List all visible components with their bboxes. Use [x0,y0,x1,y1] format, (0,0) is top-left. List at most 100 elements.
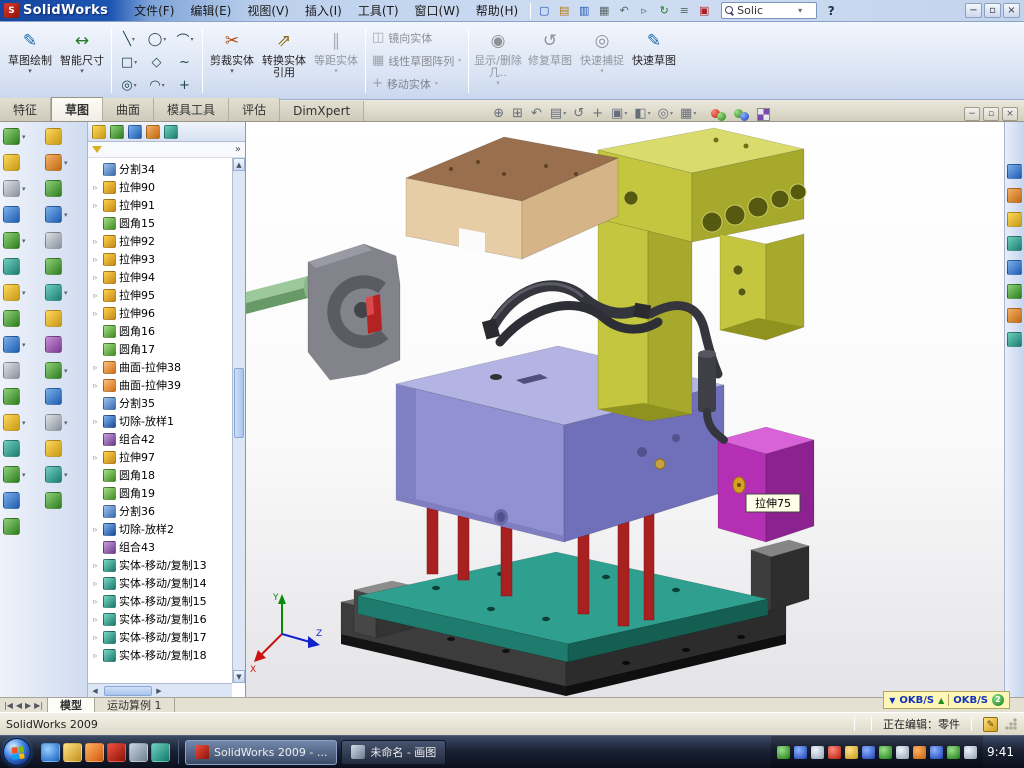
toolbar-button[interactable]: ↺ 修复草图 [524,24,576,97]
quick-launch-icon[interactable] [151,743,170,762]
view-tool-icon[interactable]: ⊞ [511,106,525,121]
view-tool-icon[interactable]: ↶ [530,106,544,121]
toolbar-button[interactable]: ◫ 镜向实体 [369,27,465,49]
tree-item[interactable]: 组合42 [91,430,231,448]
tree-item[interactable]: 圆角16 [91,322,231,340]
model-part-tan-block[interactable] [406,137,618,259]
feature-toolbar-icon[interactable] [45,388,64,405]
edit-appearance-icon[interactable] [711,108,727,121]
tree-item[interactable]: ▹ 切除-放样1 [91,412,231,430]
model-part-purple-core[interactable] [396,346,751,542]
feature-toolbar-icon[interactable]: ▾ [3,180,26,197]
feature-toolbar-icon[interactable] [45,310,64,327]
view-tool-icon[interactable]: ▤▾ [549,106,567,121]
feature-toolbar-icon[interactable]: ▾ [45,154,68,171]
feature-toolbar-icon[interactable] [45,180,64,197]
search-input[interactable] [737,4,795,17]
tree-item[interactable]: 圆角17 [91,340,231,358]
scroll-right-arrow[interactable]: ▶ [152,687,166,695]
tray-icon[interactable] [930,746,943,759]
toolbar-button[interactable]: ⇗ 转换实体引用 [258,24,310,97]
help-button[interactable]: ? [823,4,839,18]
view-settings-icon[interactable] [757,108,770,121]
resize-grip[interactable] [1004,717,1018,731]
tree-item[interactable]: ▹ 实体-移动/复制14 [91,574,231,592]
window-button[interactable]: − [965,3,982,18]
tray-icon[interactable] [896,746,909,759]
feature-toolbar-icon[interactable] [3,518,22,535]
expander-arrow[interactable]: ▹ [91,363,100,372]
menu-item[interactable]: 文件(F) [126,0,182,22]
feature-toolbar-icon[interactable] [3,440,22,457]
tray-icon[interactable] [828,746,841,759]
feature-toolbar-icon[interactable] [3,492,22,509]
featuremanager-tab-icon[interactable] [146,125,160,139]
taskbar-task-button[interactable]: SolidWorks 2009 - ... [185,740,337,765]
quick-access-icon[interactable]: ↶ [615,2,633,19]
task-pane-icon[interactable] [1007,260,1022,275]
apply-scene-icon[interactable] [734,108,750,121]
toolbar-button[interactable]: ◎ 快速捕捉 ▾ [576,24,628,97]
document-window-button[interactable]: ▫ [983,107,999,121]
sketch-tool-button[interactable]: ~ [171,51,199,74]
quick-launch-icon[interactable] [63,743,82,762]
graphics-area[interactable]: 拉伸75 Y X Z [246,122,1004,697]
tree-item[interactable]: 分割35 [91,394,231,412]
view-tool-icon[interactable]: ⊕ [492,106,506,121]
tray-icon[interactable] [794,746,807,759]
feature-toolbar-icon[interactable]: ▾ [45,466,68,483]
tree-item[interactable]: 分割36 [91,502,231,520]
tree-item[interactable]: ▹ 实体-移动/复制13 [91,556,231,574]
tree-item[interactable]: ▹ 拉伸94 [91,268,231,286]
view-tool-icon[interactable]: ▣▾ [610,106,628,121]
quick-access-icon[interactable]: ≡ [675,2,693,19]
scrollbar-thumb[interactable] [234,368,244,438]
tree-item[interactable]: 分割34 [91,160,231,178]
next-tab-arrow[interactable]: ▶ [24,701,32,710]
tray-icon[interactable] [777,746,790,759]
tree-horizontal-scrollbar[interactable]: ◀ ▶ [88,683,232,697]
featuremanager-tab-icon[interactable] [92,125,106,139]
expander-arrow[interactable]: ▹ [91,651,100,660]
tree-item[interactable]: 圆角19 [91,484,231,502]
feature-toolbar-icon[interactable]: ▾ [3,414,26,431]
tree-item[interactable]: ▹ 拉伸90 [91,178,231,196]
chevron-down-icon[interactable]: ▾ [798,6,802,15]
feature-toolbar-icon[interactable]: ▾ [45,414,68,431]
first-tab-arrow[interactable]: |◀ [3,701,14,710]
commandmanager-tab[interactable]: DimXpert [280,101,364,121]
tree-item[interactable]: ▹ 拉伸97 [91,448,231,466]
expander-arrow[interactable]: ▹ [91,453,100,462]
task-pane-icon[interactable] [1007,164,1022,179]
featuremanager-tab-icon[interactable] [164,125,178,139]
view-tool-icon[interactable]: ◎▾ [657,106,674,121]
last-tab-arrow[interactable]: ▶| [33,701,44,710]
menu-item[interactable]: 工具(T) [350,0,407,22]
toolbar-button[interactable]: + 移动实体 ▾ [369,73,465,95]
expander-arrow[interactable]: ▹ [91,273,100,282]
document-tab[interactable]: 模型 [47,698,95,712]
model-part-clamp[interactable] [246,244,400,380]
task-pane-icon[interactable] [1007,212,1022,227]
menu-item[interactable]: 编辑(E) [182,0,239,22]
document-tab[interactable]: 运动算例 1 [95,698,175,712]
expander-arrow[interactable]: ▹ [91,561,100,570]
sketch-tool-button[interactable]: ⌒▾ [171,28,199,51]
commandmanager-tab[interactable]: 特征 [0,98,51,121]
scroll-up-arrow[interactable]: ▲ [233,158,245,171]
document-window-button[interactable]: × [1002,107,1018,121]
tray-icon[interactable] [947,746,960,759]
tray-icon[interactable] [879,746,892,759]
expander-arrow[interactable]: ▹ [91,633,100,642]
task-pane-icon[interactable] [1007,332,1022,347]
model-part-magenta-block[interactable] [718,427,814,542]
chevron-icon[interactable]: » [235,144,241,155]
quick-launch-icon[interactable] [129,743,148,762]
quick-access-icon[interactable]: ▹ [635,2,653,19]
tree-item[interactable]: ▹ 实体-移动/复制16 [91,610,231,628]
quick-access-icon[interactable]: ▢ [535,2,553,19]
tray-icon[interactable] [845,746,858,759]
commandmanager-tab[interactable]: 曲面 [103,98,154,121]
feature-toolbar-icon[interactable] [45,492,64,509]
featuremanager-tab-icon[interactable] [128,125,142,139]
